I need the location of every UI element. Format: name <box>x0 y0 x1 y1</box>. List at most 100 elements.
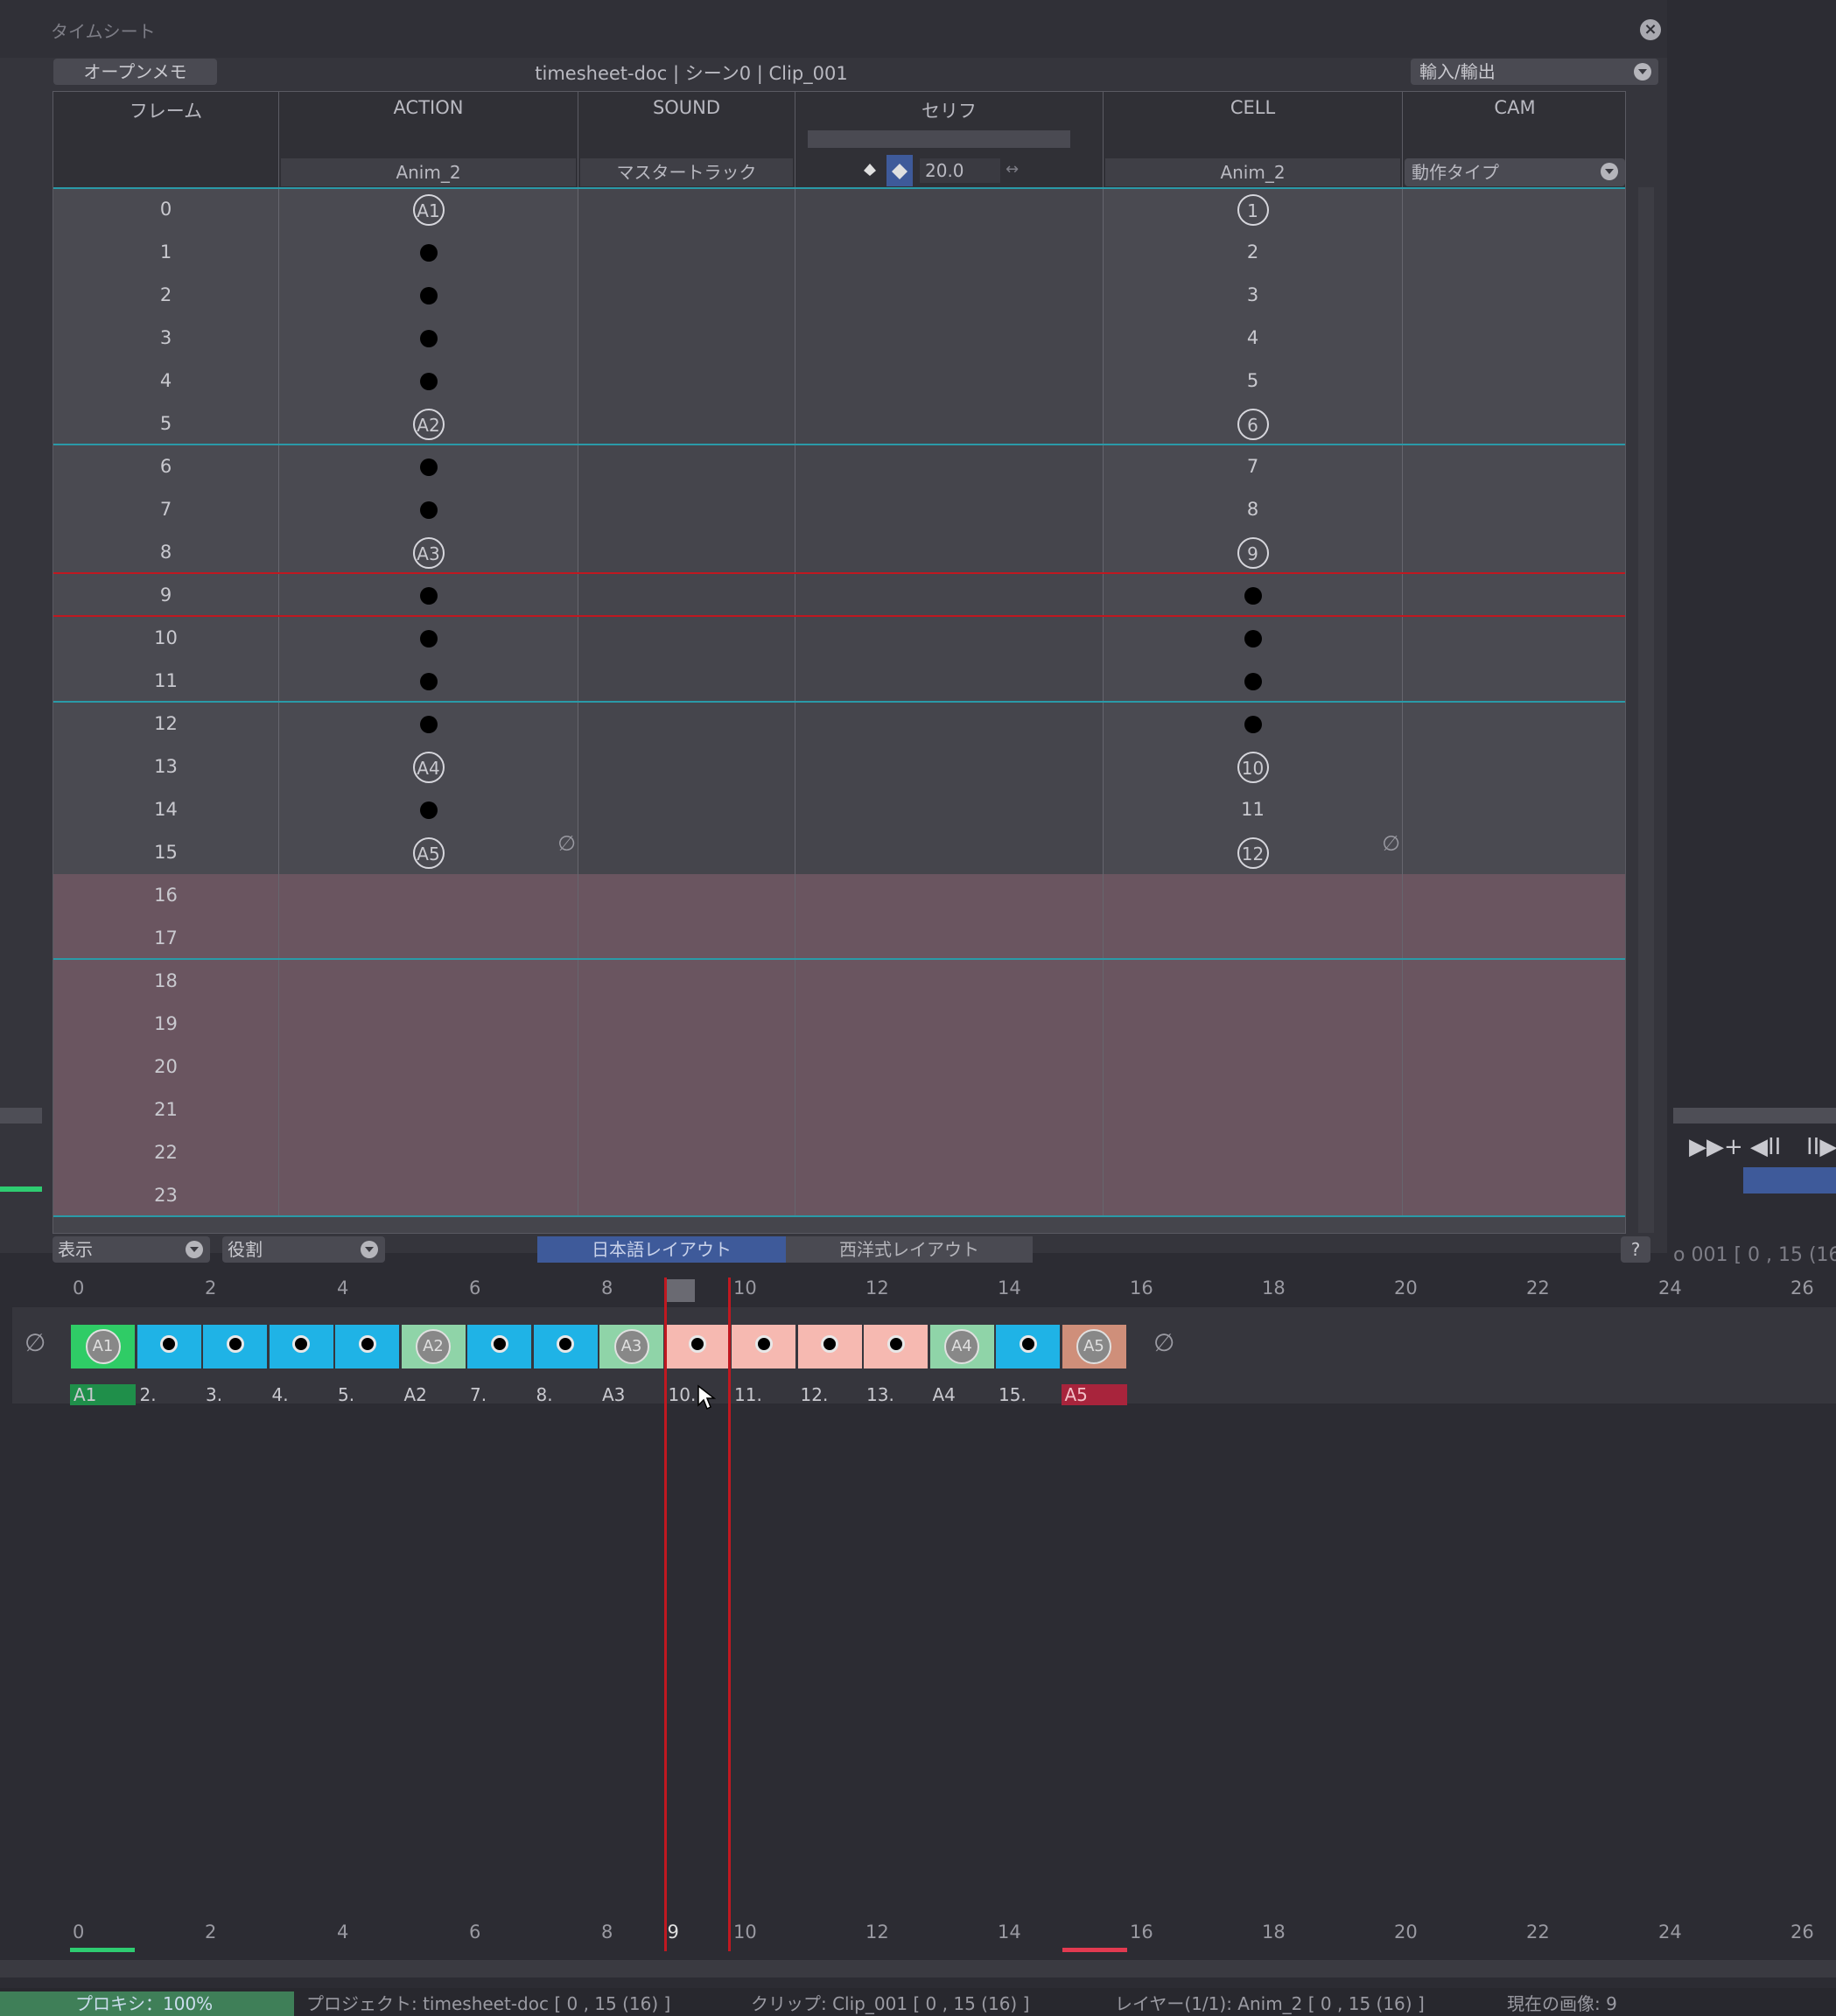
sound-cell[interactable] <box>578 788 795 831</box>
cell-cell[interactable] <box>1104 917 1403 960</box>
cell-cell[interactable] <box>1104 874 1403 917</box>
cam-cell[interactable] <box>1403 1003 1625 1046</box>
sound-cell[interactable] <box>578 531 795 574</box>
col-action-header[interactable]: ACTION Anim_2 <box>279 92 578 188</box>
step-back-icon[interactable]: ◀II <box>1750 1134 1781 1160</box>
role-dropdown[interactable]: 役割 <box>222 1236 385 1263</box>
cam-cell[interactable] <box>1403 488 1625 531</box>
serif-cell[interactable] <box>795 1174 1104 1217</box>
cam-cell[interactable] <box>1403 1131 1625 1174</box>
vertical-scrollbar[interactable] <box>1638 187 1654 1233</box>
cell-cell[interactable] <box>1104 1088 1403 1131</box>
action-cell[interactable]: A3 <box>279 531 578 574</box>
cam-cell[interactable] <box>1403 703 1625 746</box>
action-layer-name[interactable]: Anim_2 <box>281 158 576 186</box>
motion-type-dropdown[interactable]: 動作タイプ <box>1405 158 1625 186</box>
timesheet-row[interactable]: 23 <box>53 274 1625 317</box>
action-cell[interactable] <box>279 360 578 402</box>
cam-cell[interactable] <box>1403 1046 1625 1088</box>
cam-cell[interactable] <box>1403 1088 1625 1131</box>
serif-cell[interactable] <box>795 960 1104 1003</box>
cell-cell[interactable]: 12 ∅ <box>1104 831 1403 874</box>
timeline-frame[interactable]: 12. <box>797 1309 863 1405</box>
timeline-frame[interactable]: 8. <box>533 1309 599 1405</box>
cam-cell[interactable] <box>1403 746 1625 788</box>
serif-cell[interactable] <box>795 317 1104 360</box>
sound-cell[interactable] <box>578 874 795 917</box>
sound-cell[interactable] <box>578 1174 795 1217</box>
sound-cell[interactable] <box>578 1131 795 1174</box>
sound-cell[interactable] <box>578 1088 795 1131</box>
action-cell[interactable]: A4 <box>279 746 578 788</box>
fast-forward-icon[interactable]: ▶▶+ <box>1689 1134 1743 1160</box>
col-serif-header[interactable]: セリフ 20.0 ↔ <box>795 92 1104 188</box>
timeline-frame[interactable]: 2. <box>137 1309 202 1405</box>
horizontal-scrollbar[interactable] <box>0 1960 1836 1978</box>
col-cam-header[interactable]: CAM 動作タイプ <box>1403 92 1625 188</box>
col-cell-header[interactable]: CELL Anim_2 <box>1104 92 1403 188</box>
timesheet-row[interactable]: 0 A1 1 <box>53 188 1625 231</box>
serif-cell[interactable] <box>795 1046 1104 1088</box>
timeline-frame[interactable]: 13. <box>863 1309 929 1405</box>
cell-layer-name[interactable]: Anim_2 <box>1105 158 1400 186</box>
serif-cell[interactable] <box>795 1131 1104 1174</box>
action-cell[interactable] <box>279 317 578 360</box>
cell-cell[interactable] <box>1104 960 1403 1003</box>
cam-cell[interactable] <box>1403 1174 1625 1217</box>
timesheet-row[interactable]: 78 <box>53 488 1625 531</box>
serif-cell[interactable] <box>795 831 1104 874</box>
cell-cell[interactable]: 5 <box>1104 360 1403 402</box>
col-sound-header[interactable]: SOUND マスタートラック <box>578 92 795 188</box>
cam-cell[interactable] <box>1403 874 1625 917</box>
cam-cell[interactable] <box>1403 617 1625 660</box>
cam-cell[interactable] <box>1403 960 1625 1003</box>
timesheet-row[interactable]: 20 <box>53 1046 1625 1088</box>
sound-cell[interactable] <box>578 488 795 531</box>
serif-cell[interactable] <box>795 1003 1104 1046</box>
timeline-frame[interactable]: A3 A3 <box>599 1309 664 1405</box>
cell-cell[interactable]: 8 <box>1104 488 1403 531</box>
tab-western-layout[interactable]: 西洋式レイアウト <box>786 1236 1033 1263</box>
serif-value-field[interactable]: 20.0 <box>920 158 1000 183</box>
cam-cell[interactable] <box>1403 317 1625 360</box>
action-cell[interactable] <box>279 274 578 317</box>
sound-cell[interactable] <box>578 317 795 360</box>
timesheet-row[interactable]: 15 A5 ∅ 12 ∅ <box>53 831 1625 874</box>
sound-cell[interactable] <box>578 402 795 445</box>
action-cell[interactable] <box>279 445 578 488</box>
action-cell[interactable] <box>279 703 578 746</box>
import-export-dropdown[interactable]: 輸入/輸出 <box>1411 59 1658 85</box>
playhead[interactable] <box>664 1278 731 1951</box>
proxy-status[interactable]: プロキシ：100% <box>0 1992 294 2016</box>
serif-cell[interactable] <box>795 617 1104 660</box>
side-scrollbar[interactable] <box>1673 1108 1836 1124</box>
timesheet-row[interactable]: 22 <box>53 1131 1625 1174</box>
action-cell[interactable] <box>279 1088 578 1131</box>
sound-track-name[interactable]: マスタートラック <box>580 158 793 186</box>
sound-cell[interactable] <box>578 746 795 788</box>
timeline-frame[interactable]: 3. <box>202 1309 268 1405</box>
timesheet-row[interactable]: 13 A4 10 <box>53 746 1625 788</box>
cell-cell[interactable]: 4 <box>1104 317 1403 360</box>
cam-cell[interactable] <box>1403 788 1625 831</box>
sound-cell[interactable] <box>578 960 795 1003</box>
timesheet-row[interactable]: 5 A2 6 <box>53 402 1625 445</box>
cell-cell[interactable]: 3 <box>1104 274 1403 317</box>
help-button[interactable]: ? <box>1621 1236 1650 1263</box>
action-cell[interactable] <box>279 1131 578 1174</box>
serif-cell[interactable] <box>795 703 1104 746</box>
timeline-frame[interactable]: 11. <box>731 1309 796 1405</box>
timesheet-row[interactable]: 23 <box>53 1174 1625 1217</box>
cell-cell[interactable] <box>1104 617 1403 660</box>
cam-cell[interactable] <box>1403 660 1625 703</box>
cell-cell[interactable] <box>1104 1174 1403 1217</box>
timesheet-row[interactable]: 11 <box>53 660 1625 703</box>
serif-cell[interactable] <box>795 874 1104 917</box>
action-cell[interactable] <box>279 1174 578 1217</box>
view-dropdown[interactable]: 表示 <box>53 1236 210 1263</box>
cell-cell[interactable]: 6 <box>1104 402 1403 445</box>
cam-cell[interactable] <box>1403 274 1625 317</box>
action-cell[interactable] <box>279 617 578 660</box>
timeline-frame[interactable]: A1 A1 <box>70 1309 136 1405</box>
action-cell[interactable] <box>279 1003 578 1046</box>
